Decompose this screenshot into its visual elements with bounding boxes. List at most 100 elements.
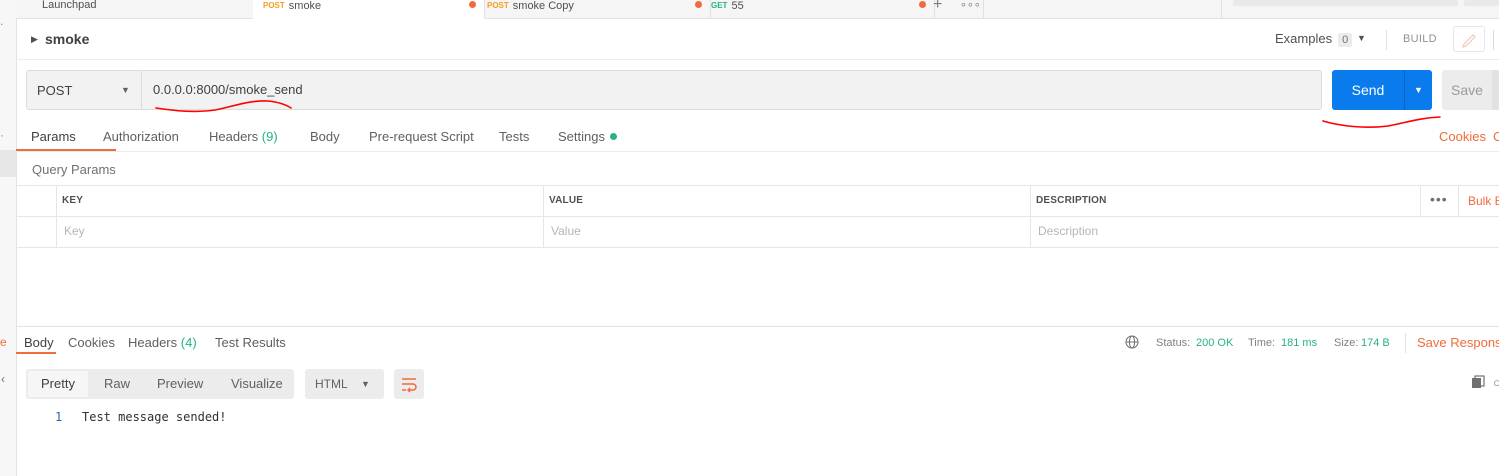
caret-right-icon[interactable]: ▶ (31, 34, 38, 45)
settings-modified-dot-icon (609, 133, 617, 140)
divider (1386, 30, 1387, 50)
cookies-link[interactable]: Cookies (1439, 129, 1486, 144)
build-button[interactable]: BUILD (1403, 33, 1437, 45)
table-column-divider (1420, 186, 1421, 216)
response-tab-body[interactable]: Body (24, 335, 54, 350)
tab-method: POST (263, 1, 285, 10)
size-value[interactable]: 174 B (1361, 337, 1390, 349)
active-tab-indicator (16, 352, 56, 354)
response-body-text[interactable]: Test message sended! (82, 410, 227, 424)
collapse-chevron-icon[interactable]: ‹ (1, 372, 5, 386)
request-tabs-bar: Launchpad POST smoke POST smoke Copy GET 55… (16, 0, 1499, 19)
time-label: Time: (1248, 337, 1276, 349)
time-value[interactable]: 181 ms (1281, 337, 1317, 349)
tab-method: GET (711, 1, 728, 10)
tab-headers-count: (9) (261, 129, 278, 144)
tab-settings[interactable]: Settings (558, 129, 617, 144)
tab-body[interactable]: Body (310, 129, 340, 144)
table-column-divider (1030, 186, 1031, 247)
status-value[interactable]: 200 OK (1196, 337, 1233, 349)
key-input[interactable]: Key (64, 224, 85, 238)
value-input[interactable]: Value (551, 224, 581, 238)
tab-headers[interactable]: Headers (9) (209, 129, 278, 144)
save-button[interactable]: Save (1442, 70, 1492, 110)
tab-launchpad[interactable]: Launchpad (32, 0, 262, 18)
method-label: POST (37, 83, 73, 98)
globe-icon[interactable] (1125, 335, 1139, 349)
format-visualize[interactable]: Visualize (231, 376, 283, 391)
wrap-lines-button[interactable] (394, 369, 424, 399)
tab-post-smoke[interactable]: POST smoke (253, 0, 485, 19)
environment-eye-button[interactable] (1464, 0, 1499, 6)
table-border (16, 247, 1499, 248)
pencil-icon (1462, 34, 1476, 48)
status-label: Status: (1156, 337, 1191, 349)
left-sidebar-selected[interactable] (0, 150, 16, 177)
plus-icon[interactable]: + (933, 0, 942, 14)
url-input[interactable]: 0.0.0.0:8000/smoke_send (141, 70, 1322, 110)
send-button[interactable]: Send (1332, 70, 1404, 110)
send-options-button[interactable]: ▼ (1404, 70, 1432, 110)
language-label: HTML (315, 377, 348, 391)
sidebar-edge-glyph: · (0, 128, 4, 142)
divider (16, 151, 1499, 152)
query-params-title: Query Params (32, 162, 116, 177)
request-name[interactable]: smoke (45, 31, 89, 47)
size-label: Size: (1334, 337, 1359, 349)
response-divider[interactable] (16, 326, 1499, 327)
examples-label: Examples (1275, 31, 1333, 46)
tab-divider (983, 0, 984, 18)
more-tabs-icon[interactable]: ∘∘∘ (960, 0, 981, 11)
tab-get-55[interactable]: GET 55 (701, 0, 935, 18)
examples-count: 0 (1338, 33, 1353, 47)
description-input[interactable]: Description (1038, 224, 1098, 238)
table-column-divider (56, 186, 57, 247)
table-column-divider (543, 186, 544, 247)
table-column-divider (1458, 186, 1459, 216)
save-options-button[interactable] (1492, 70, 1499, 110)
response-tab-cookies[interactable]: Cookies (68, 335, 115, 350)
send-underline-annotation (1322, 116, 1441, 128)
tab-authorization[interactable]: Authorization (103, 129, 179, 144)
tab-label: 55 (731, 0, 744, 12)
wrap-icon (402, 378, 417, 393)
left-sidebar-strip (0, 0, 17, 476)
format-raw[interactable]: Raw (104, 376, 130, 391)
tab-label: smoke (288, 0, 322, 12)
bulk-edit-link[interactable]: Bulk E (1468, 194, 1499, 208)
tab-prerequest-script[interactable]: Pre-request Script (369, 129, 474, 144)
unsaved-dot-icon (469, 1, 476, 8)
edit-button[interactable] (1453, 26, 1485, 52)
tab-headers-label: Headers (209, 129, 259, 144)
unsaved-dot-icon (919, 1, 926, 8)
code-link[interactable]: C (1493, 129, 1499, 144)
response-tab-test-results[interactable]: Test Results (215, 335, 286, 350)
save-response-button[interactable]: Save Response (1417, 335, 1499, 350)
tab-post-smoke-copy[interactable]: POST smoke Copy (477, 0, 711, 18)
response-tab-headers[interactable]: Headers (4) (128, 335, 197, 350)
copy-icon[interactable] (1471, 375, 1485, 389)
chevron-down-icon[interactable]: ▼ (1357, 33, 1366, 43)
divider (1405, 333, 1406, 353)
examples-dropdown[interactable]: Examples 0 (1275, 31, 1353, 47)
table-border (16, 216, 1499, 217)
comments-icon[interactable] (1493, 30, 1499, 50)
format-pretty[interactable]: Pretty (41, 376, 75, 391)
sidebar-edge-glyph: . (0, 14, 4, 28)
column-header-description: DESCRIPTION (1036, 195, 1107, 206)
environment-selector[interactable] (1233, 0, 1458, 6)
sidebar-edge-glyph: e (0, 335, 7, 349)
code-line-number: 1 (55, 410, 63, 424)
divider (16, 59, 1499, 60)
table-border (16, 185, 1499, 186)
column-header-value: VALUE (549, 195, 584, 206)
tab-params[interactable]: Params (31, 129, 76, 144)
tab-tests[interactable]: Tests (499, 129, 529, 144)
column-header-key: KEY (62, 195, 84, 206)
tab-method: POST (487, 1, 509, 10)
more-options-icon[interactable]: ••• (1430, 191, 1448, 207)
tab-settings-label: Settings (558, 129, 605, 144)
search-icon[interactable]: ○ (1493, 375, 1499, 390)
format-preview[interactable]: Preview (157, 376, 203, 391)
tab-label: smoke Copy (512, 0, 574, 12)
